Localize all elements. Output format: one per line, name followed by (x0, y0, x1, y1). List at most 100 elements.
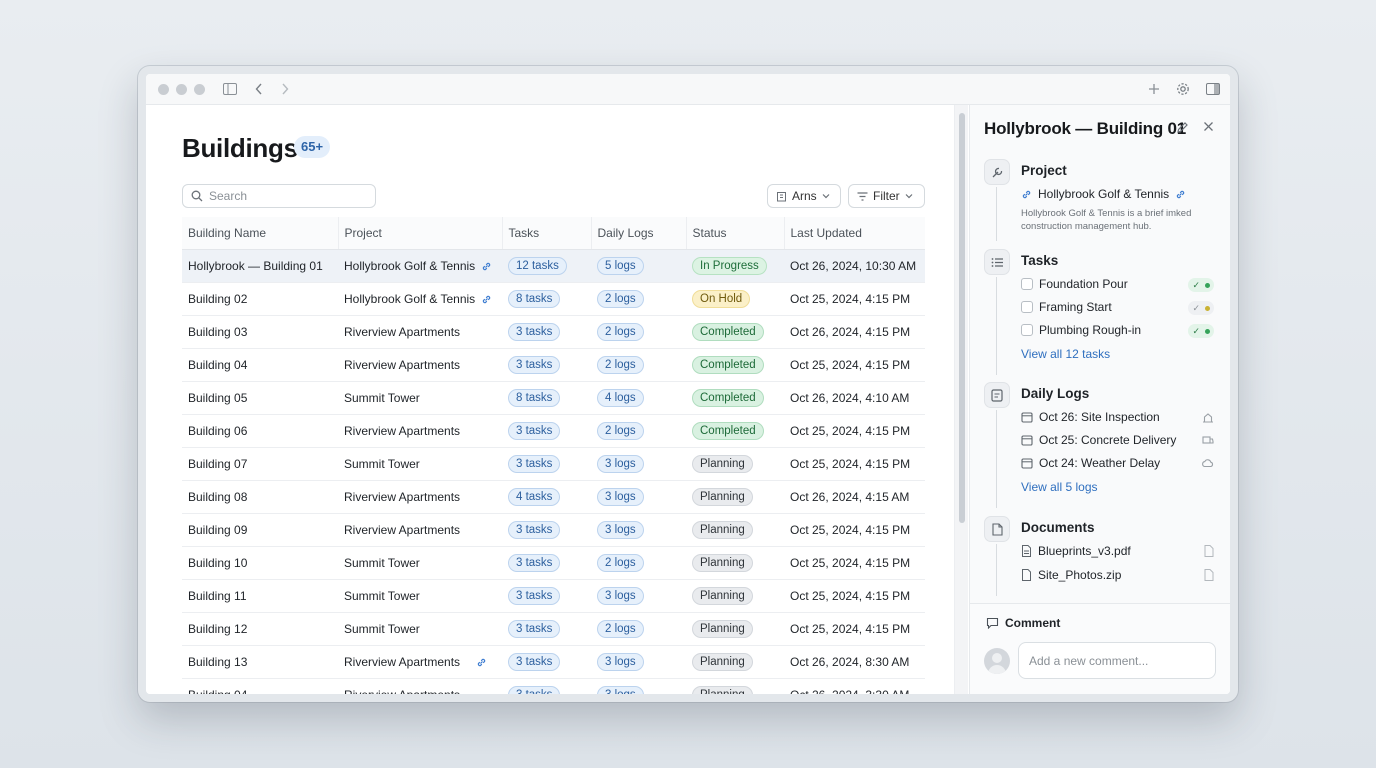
task-checkbox[interactable] (1021, 324, 1033, 336)
logs-count-pill[interactable]: 5 logs (597, 256, 644, 275)
comment-input[interactable] (1018, 642, 1216, 679)
logs-count-pill[interactable]: 3 logs (597, 586, 644, 605)
project-cell[interactable]: Hollybrook Golf & Tennis (338, 249, 502, 283)
tasks-count-pill[interactable]: 3 tasks (508, 355, 561, 374)
edit-icon[interactable] (1176, 121, 1189, 134)
tasks-count-pill[interactable]: 3 tasks (508, 421, 561, 440)
back-icon[interactable] (255, 83, 263, 95)
close-window-button[interactable] (158, 83, 169, 95)
scrollbar-thumb[interactable] (959, 113, 965, 523)
project-cell[interactable]: Summit Tower (338, 579, 502, 613)
document-item[interactable]: Blueprints_v3.pdf (1021, 544, 1214, 558)
column-header-last-updated[interactable]: Last Updated (784, 217, 925, 250)
project-cell[interactable]: Riverview Apartments (338, 645, 502, 679)
logs-count-pill[interactable]: 3 logs (597, 685, 644, 694)
main-scrollbar[interactable] (954, 105, 968, 694)
table-row[interactable]: Building 11 Summit Tower 3 tasks 3 logs Plan… (182, 579, 925, 613)
column-header-building-name[interactable]: Building Name (182, 217, 339, 250)
tasks-count-pill[interactable]: 3 tasks (508, 322, 561, 341)
table-row[interactable]: Hollybrook — Building 01 Hollybrook Golf … (182, 249, 925, 283)
tasks-count-pill[interactable]: 3 tasks (508, 553, 561, 572)
table-row[interactable]: Building 10 Summit Tower 3 tasks 2 logs Plan… (182, 546, 925, 580)
log-item[interactable]: Oct 25: Concrete Delivery (1021, 433, 1214, 447)
task-checkbox[interactable] (1021, 301, 1033, 313)
filter-button[interactable]: Filter (848, 184, 925, 208)
close-icon[interactable] (1203, 121, 1214, 134)
search-input[interactable] (209, 189, 369, 203)
tasks-count-pill[interactable]: 3 tasks (508, 586, 561, 605)
gear-icon[interactable] (1176, 82, 1190, 96)
tasks-count-pill[interactable]: 3 tasks (508, 520, 561, 539)
table-row[interactable]: Building 08 Riverview Apartments 4 tasks 3 … (182, 480, 925, 514)
column-header-status[interactable]: Status (686, 217, 785, 250)
project-cell[interactable]: Hollybrook Golf & Tennis (338, 282, 502, 316)
sidebar-toggle-icon[interactable] (223, 83, 237, 95)
project-cell[interactable]: Riverview Apartments (338, 348, 502, 382)
tasks-count-pill[interactable]: 12 tasks (508, 256, 567, 275)
arns-button[interactable]: Arns (767, 184, 841, 208)
tasks-count-pill[interactable]: 4 tasks (508, 487, 561, 506)
tasks-cell: 12 tasks (502, 249, 591, 283)
table-row[interactable]: Building 04 Riverview Apartments 3 tasks 3 … (182, 678, 925, 694)
panel-toggle-icon[interactable] (1206, 83, 1220, 95)
plus-icon[interactable] (1148, 83, 1160, 95)
project-cell[interactable]: Riverview Apartments (338, 678, 502, 694)
tasks-count-pill[interactable]: 8 tasks (508, 289, 561, 308)
project-cell[interactable]: Summit Tower (338, 612, 502, 646)
logs-count-pill[interactable]: 3 logs (597, 487, 644, 506)
logs-count-pill[interactable]: 3 logs (597, 652, 644, 671)
zoom-window-button[interactable] (194, 83, 205, 95)
logs-count-pill[interactable]: 4 logs (597, 388, 644, 407)
tasks-count-pill[interactable]: 3 tasks (508, 454, 561, 473)
view-all-tasks-link[interactable]: View all 12 tasks (1021, 347, 1110, 361)
view-all-logs-link[interactable]: View all 5 logs (1021, 480, 1098, 494)
task-checkbox[interactable] (1021, 278, 1033, 290)
logs-count-pill[interactable]: 2 logs (597, 421, 644, 440)
document-item[interactable]: Site_Photos.zip (1021, 568, 1214, 582)
forward-icon[interactable] (281, 83, 289, 95)
task-label: Foundation Pour (1039, 277, 1128, 291)
project-cell[interactable]: Riverview Apartments (338, 315, 502, 349)
table-row[interactable]: Building 13 Riverview Apartments 3 tasks 3 … (182, 645, 925, 679)
column-header-project[interactable]: Project (338, 217, 503, 250)
project-cell[interactable]: Summit Tower (338, 381, 502, 415)
table-row[interactable]: Building 03 Riverview Apartments 3 tasks 2 … (182, 315, 925, 349)
log-item[interactable]: Oct 24: Weather Delay (1021, 456, 1214, 470)
logs-count-pill[interactable]: 3 logs (597, 520, 644, 539)
tasks-count-pill[interactable]: 3 tasks (508, 685, 561, 694)
project-cell[interactable]: Summit Tower (338, 447, 502, 481)
column-header-tasks[interactable]: Tasks (502, 217, 592, 250)
check-icon: ✓ (1192, 302, 1200, 313)
minimize-window-button[interactable] (176, 83, 187, 95)
table-row[interactable]: Building 07 Summit Tower 3 tasks 3 logs Plan… (182, 447, 925, 481)
project-cell[interactable]: Riverview Apartments (338, 513, 502, 547)
project-cell[interactable]: Riverview Apartments (338, 414, 502, 448)
table-header-row: Building Name Project Tasks Daily Logs S… (182, 217, 925, 250)
table-row[interactable]: Building 09 Riverview Apartments 3 tasks 3 … (182, 513, 925, 547)
project-cell[interactable]: Riverview Apartments (338, 480, 502, 514)
documents-section-title: Documents (1021, 520, 1095, 535)
table-row[interactable]: Building 06 Riverview Apartments 3 tasks 2 … (182, 414, 925, 448)
table-row[interactable]: Building 12 Summit Tower 3 tasks 2 logs Plan… (182, 612, 925, 646)
logs-count-pill[interactable]: 3 logs (597, 454, 644, 473)
task-item[interactable]: Foundation Pour ✓ (1021, 277, 1214, 292)
logs-count-pill[interactable]: 2 logs (597, 355, 644, 374)
table-row[interactable]: Building 04 Riverview Apartments 3 tasks 2 … (182, 348, 925, 382)
tasks-count-pill[interactable]: 8 tasks (508, 388, 561, 407)
table-row[interactable]: Building 02 Hollybrook Golf & Tennis 8 tas… (182, 282, 925, 316)
task-item[interactable]: Plumbing Rough-in ✓ (1021, 323, 1214, 338)
column-header-daily-logs[interactable]: Daily Logs (591, 217, 687, 250)
logs-count-pill[interactable]: 2 logs (597, 322, 644, 341)
task-item[interactable]: Framing Start ✓ (1021, 300, 1214, 315)
tasks-cell: 3 tasks (502, 612, 591, 646)
tasks-count-pill[interactable]: 3 tasks (508, 619, 561, 638)
log-item[interactable]: Oct 26: Site Inspection (1021, 410, 1214, 424)
logs-count-pill[interactable]: 2 logs (597, 553, 644, 572)
project-link[interactable]: Hollybrook Golf & Tennis (1021, 187, 1186, 201)
table-row[interactable]: Building 05 Summit Tower 8 tasks 4 logs Comp… (182, 381, 925, 415)
search-box[interactable] (182, 184, 376, 208)
tasks-count-pill[interactable]: 3 tasks (508, 652, 561, 671)
logs-count-pill[interactable]: 2 logs (597, 289, 644, 308)
logs-count-pill[interactable]: 2 logs (597, 619, 644, 638)
project-cell[interactable]: Summit Tower (338, 546, 502, 580)
